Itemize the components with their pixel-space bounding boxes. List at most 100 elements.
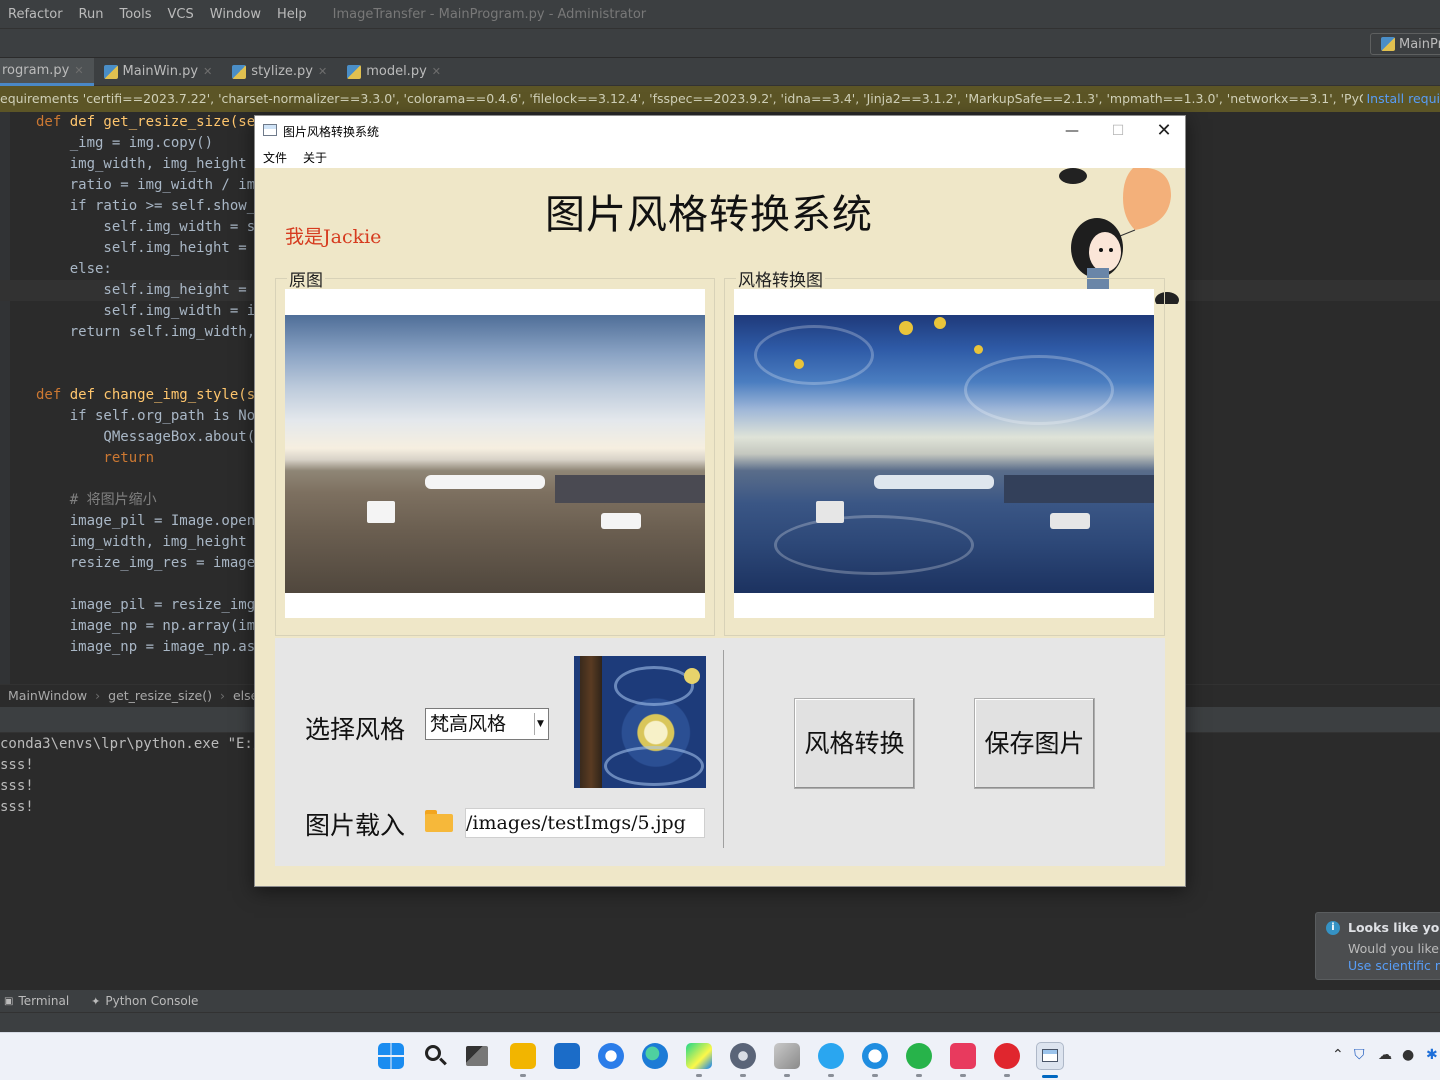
app-body: 图片风格转换系统 我是Jackie 原图 风格转换图 选择风格 梵高风格 ▼ 图… (255, 168, 1185, 886)
console-line: sss! (0, 799, 34, 815)
python-file-icon (103, 64, 118, 79)
code-comment: # 将图片缩小 (36, 492, 157, 508)
run-config-selector[interactable]: MainPr (1370, 33, 1440, 55)
search-icon[interactable] (422, 1043, 448, 1069)
console-line: conda3\envs\lpr\python.exe "E:/p (0, 736, 270, 752)
terminal-label: Terminal (18, 994, 70, 1008)
original-image-label: 原图 (287, 266, 325, 291)
app-menubar: 文件 关于 (255, 146, 1185, 168)
code-line: return self.img_width, s (36, 324, 273, 340)
windows-start-icon[interactable] (378, 1043, 404, 1069)
folder-icon[interactable] (425, 810, 453, 832)
tab-stylize[interactable]: stylize.py ✕ (222, 58, 337, 86)
chevron-up-icon[interactable]: ⌃ (1332, 1047, 1344, 1063)
menu-vcs[interactable]: VCS (160, 7, 202, 22)
running-indicator (1004, 1074, 1010, 1077)
install-requirements-link[interactable]: Install requi (1362, 86, 1440, 112)
tab-label: stylize.py (251, 64, 313, 79)
close-icon[interactable]: ✕ (318, 65, 327, 78)
active-indicator (1042, 1075, 1058, 1078)
code-line: return (36, 450, 155, 466)
window-title: 图片风格转换系统 (283, 125, 380, 139)
windows-taskbar: ⌃ ⛉ ☁ ● ✱ (0, 1032, 1440, 1080)
style-select[interactable]: 梵高风格 ▼ (425, 708, 549, 740)
running-indicator (696, 1074, 702, 1077)
close-icon[interactable]: ✕ (203, 65, 212, 78)
info-icon: i (1326, 921, 1340, 935)
style-transfer-window: 图片风格转换系统 — ☐ ✕ 文件 关于 图片风格转换系统 我是Jackie 原… (254, 115, 1186, 887)
original-photo (285, 315, 705, 593)
window-titlebar[interactable]: 图片风格转换系统 — ☐ ✕ (255, 116, 1185, 146)
code-line: image_pil = Image.open( (36, 513, 264, 529)
wechat-icon[interactable] (906, 1043, 932, 1069)
tab-label: model.py (366, 64, 427, 79)
code-line: else: (36, 261, 112, 277)
menu-help[interactable]: Help (269, 7, 315, 22)
chat-app-icon[interactable] (818, 1043, 844, 1069)
editor-gutter (0, 112, 10, 684)
save-image-button[interactable]: 保存图片 (974, 698, 1095, 789)
file-explorer-icon[interactable] (510, 1043, 536, 1069)
browser-icon[interactable] (598, 1043, 624, 1069)
code-line: img_width, img_height = (36, 534, 264, 550)
close-icon[interactable]: ✕ (74, 64, 83, 77)
code-line: resize_img_res = image_ (36, 555, 264, 571)
qq-penguin-icon[interactable]: ● (1402, 1047, 1414, 1063)
chevron-right-icon: › (219, 688, 225, 703)
code-line: image_pil = resize_img_ (36, 597, 264, 613)
python-file-icon (1381, 37, 1395, 51)
close-button[interactable]: ✕ (1141, 116, 1185, 146)
notification-link[interactable]: Use scientific mo (1348, 958, 1440, 973)
python-console-tool-button[interactable]: ✦ Python Console (91, 994, 198, 1008)
main-title: 图片风格转换系统 (545, 192, 873, 238)
ide-menubar: Refactor Run Tools VCS Window Help Image… (0, 0, 1440, 28)
running-indicator (872, 1074, 878, 1077)
microsoft-store-icon[interactable] (554, 1043, 580, 1069)
convert-style-button[interactable]: 风格转换 (794, 698, 915, 789)
author-label: 我是Jackie (285, 226, 382, 248)
menu-tools[interactable]: Tools (111, 7, 159, 22)
running-indicator (740, 1074, 746, 1077)
messenger-icon[interactable] (862, 1043, 888, 1069)
cloud-icon[interactable]: ☁ (1378, 1047, 1392, 1063)
tab-mainwin[interactable]: MainWin.py ✕ (94, 58, 223, 86)
running-indicator (916, 1074, 922, 1077)
code-line: if self.org_path is Non (36, 408, 264, 424)
task-view-icon[interactable] (466, 1046, 488, 1066)
menu-run[interactable]: Run (71, 7, 112, 22)
settings-gear-icon[interactable] (730, 1043, 756, 1069)
running-indicator (784, 1074, 790, 1077)
notification-popup[interactable]: i Looks like you' Would you like t Use s… (1315, 912, 1440, 980)
python-file-icon (347, 64, 362, 79)
breadcrumb-item[interactable]: get_resize_size() (108, 688, 212, 703)
app-tray-icon[interactable]: ✱ (1426, 1047, 1438, 1063)
panel-divider (723, 650, 724, 848)
qt-app-taskbar-icon[interactable] (1036, 1042, 1064, 1070)
notification-body: Would you like t (1348, 941, 1440, 956)
menu-about[interactable]: 关于 (295, 149, 335, 166)
media-app-icon[interactable] (950, 1043, 976, 1069)
menu-window[interactable]: Window (202, 7, 269, 22)
chevron-right-icon: › (95, 688, 101, 703)
requirements-banner: equirements 'certifi==2023.7.22', 'chars… (0, 86, 1440, 112)
shield-icon[interactable]: ⛉ (1354, 1047, 1365, 1063)
pycharm-icon[interactable] (686, 1043, 712, 1069)
menu-file[interactable]: 文件 (255, 149, 295, 166)
menu-refactor[interactable]: Refactor (0, 7, 71, 22)
breadcrumb-item[interactable]: MainWindow (8, 688, 87, 703)
maximize-button[interactable]: ☐ (1095, 116, 1141, 146)
console-line: sss! (0, 778, 34, 794)
edge-icon[interactable] (642, 1043, 668, 1069)
run-config-label: MainPr (1399, 36, 1440, 52)
tab-model[interactable]: model.py ✕ (337, 58, 451, 86)
load-image-label: 图片载入 (305, 811, 406, 840)
terminal-tool-button[interactable]: ▣ Terminal (4, 994, 69, 1008)
running-indicator (828, 1074, 834, 1077)
tab-mainprogram[interactable]: rogram.py ✕ (0, 57, 94, 86)
music-app-icon[interactable] (994, 1043, 1020, 1069)
close-icon[interactable]: ✕ (432, 65, 441, 78)
dropdown-arrow-icon: ▼ (534, 713, 546, 735)
minimize-button[interactable]: — (1049, 116, 1095, 146)
image-path-field[interactable]: /images/testImgs/5.jpg (465, 808, 705, 838)
image-viewer-icon[interactable] (774, 1043, 800, 1069)
